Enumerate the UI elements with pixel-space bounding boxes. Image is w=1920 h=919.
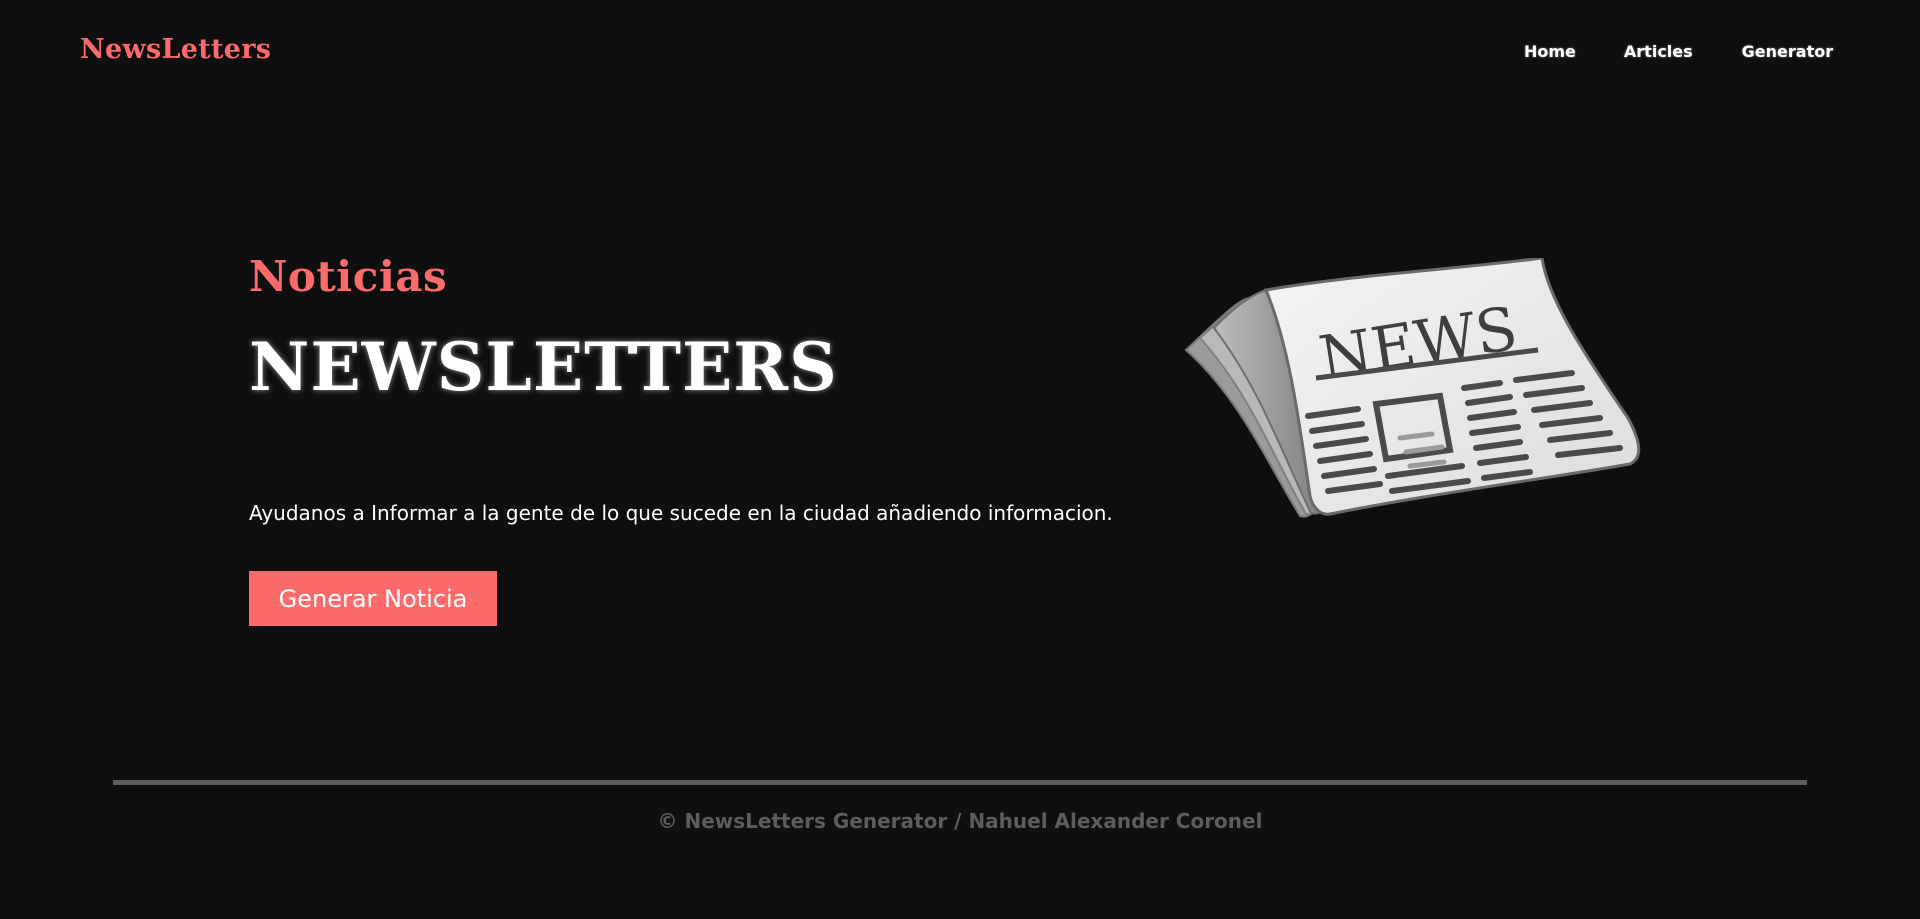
hero-eyebrow: Noticias [249, 252, 448, 301]
nav-link-generator[interactable]: Generator [1742, 42, 1833, 61]
navbar: NewsLetters Home Articles Generator [0, 0, 1920, 104]
newspaper-icon: NEWS [1180, 256, 1648, 564]
generate-news-button[interactable]: Generar Noticia [249, 571, 497, 626]
nav-links: Home Articles Generator [1524, 42, 1833, 61]
footer-copyright: © NewsLetters Generator / Nahuel Alexand… [657, 809, 1263, 833]
nav-link-articles[interactable]: Articles [1624, 42, 1693, 61]
brand-logo[interactable]: NewsLetters [80, 34, 271, 65]
hero-title: NEWSLETTERS [249, 328, 838, 406]
nav-link-home[interactable]: Home [1524, 42, 1576, 61]
footer-divider [113, 780, 1807, 785]
hero-description: Ayudanos a Informar a la gente de lo que… [249, 501, 1113, 525]
